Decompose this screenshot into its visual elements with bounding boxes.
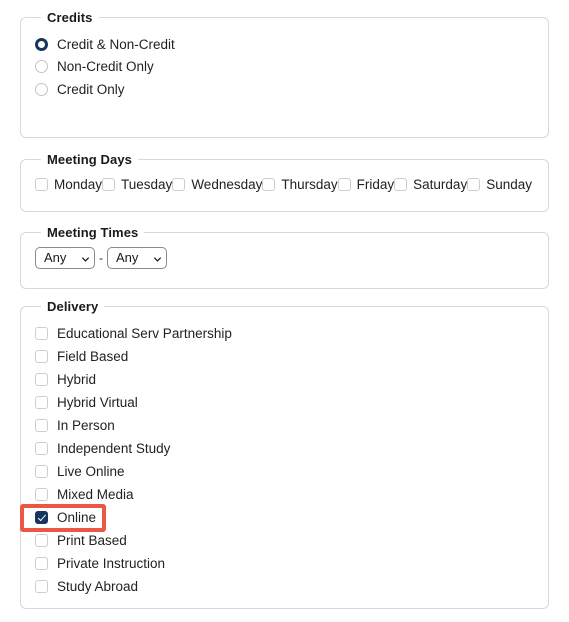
delivery-option-row[interactable]: Hybrid	[35, 368, 534, 391]
meeting-day-option[interactable]: Sunday	[467, 174, 532, 194]
radio-unselected-icon[interactable]	[35, 82, 48, 96]
meeting-days-legend: Meeting Days	[47, 152, 133, 167]
checkbox-unchecked-icon[interactable]	[102, 177, 116, 191]
delivery-option-row[interactable]: Private Instruction	[35, 552, 534, 575]
delivery-fieldset: Delivery Educational Serv Partnership Fie…	[20, 299, 549, 609]
checkbox-unchecked-icon[interactable]	[35, 373, 48, 386]
checkbox-unchecked-icon[interactable]	[35, 442, 48, 455]
delivery-option-label: Print Based	[57, 533, 127, 548]
meeting-day-label: Saturday	[413, 176, 468, 192]
credits-option-label: Non-Credit Only	[57, 59, 154, 75]
delivery-option-row[interactable]: Hybrid Virtual	[35, 391, 534, 414]
checkbox-checked-icon[interactable]	[35, 511, 48, 524]
credits-option-row[interactable]: Non-Credit Only	[35, 56, 534, 79]
meeting-times-legend: Meeting Times	[47, 225, 139, 240]
meeting-day-option[interactable]: Thursday	[262, 174, 338, 194]
delivery-option-label: Live Online	[57, 464, 125, 479]
credits-option-row[interactable]: Credit & Non-Credit	[35, 33, 534, 56]
checkbox-unchecked-icon[interactable]	[35, 177, 48, 191]
checkbox-unchecked-icon[interactable]	[172, 177, 186, 191]
credits-legend: Credits	[47, 10, 93, 25]
delivery-option-label: Mixed Media	[57, 487, 134, 502]
delivery-option-row[interactable]: Live Online	[35, 460, 534, 483]
meeting-day-option[interactable]: Friday	[337, 174, 395, 194]
meeting-day-option[interactable]: Tuesday	[102, 174, 172, 194]
checkbox-unchecked-icon[interactable]	[35, 488, 48, 501]
checkbox-unchecked-icon[interactable]	[337, 177, 351, 191]
delivery-option-row[interactable]: Mixed Media	[35, 483, 534, 506]
credits-radio-list: Credit & Non-Credit Non-Credit Only Credit…	[35, 33, 534, 101]
course-filter-panel: Credits Credit & Non-Credit Non-Credit On…	[0, 0, 569, 622]
credits-option-label: Credit & Non-Credit	[57, 36, 175, 52]
start-time-select-wrap: Any	[35, 247, 95, 269]
time-range-separator: -	[99, 251, 103, 265]
checkbox-unchecked-icon[interactable]	[467, 177, 481, 191]
meeting-day-label: Thursday	[281, 176, 338, 192]
checkbox-unchecked-icon[interactable]	[35, 327, 48, 340]
checkbox-unchecked-icon[interactable]	[35, 419, 48, 432]
radio-unselected-icon[interactable]	[35, 60, 48, 74]
delivery-option-label: Hybrid Virtual	[57, 395, 138, 410]
delivery-option-label: Independent Study	[57, 441, 171, 456]
credits-fieldset: Credits Credit & Non-Credit Non-Credit On…	[20, 10, 549, 138]
meeting-times-controls: Any - Any	[35, 247, 534, 269]
start-time-select[interactable]: Any	[35, 247, 95, 269]
meeting-days-fieldset: Meeting Days Monday Tuesday Wednesday Thurs…	[20, 152, 549, 212]
meeting-times-fieldset: Meeting Times Any - Any	[20, 225, 549, 289]
delivery-option-label: Private Instruction	[57, 556, 166, 571]
delivery-checkbox-list: Educational Serv Partnership Field Based H…	[35, 322, 534, 598]
delivery-option-row[interactable]: Online	[35, 506, 534, 529]
delivery-option-row[interactable]: Print Based	[35, 529, 534, 552]
delivery-option-label: In Person	[57, 418, 115, 433]
delivery-option-label: Study Abroad	[57, 579, 139, 594]
meeting-day-option[interactable]: Monday	[35, 174, 102, 194]
meeting-day-label: Sunday	[486, 176, 532, 192]
credits-option-label: Credit Only	[57, 81, 125, 97]
checkbox-unchecked-icon[interactable]	[35, 396, 48, 409]
checkbox-unchecked-icon[interactable]	[35, 557, 48, 570]
end-time-select-wrap: Any	[107, 247, 167, 269]
meeting-day-option[interactable]: Saturday	[394, 174, 467, 194]
checkbox-unchecked-icon[interactable]	[35, 534, 48, 547]
checkbox-unchecked-icon[interactable]	[35, 580, 48, 593]
delivery-option-row[interactable]: Field Based	[35, 345, 534, 368]
delivery-legend: Delivery	[47, 299, 99, 314]
delivery-option-row[interactable]: Educational Serv Partnership	[35, 322, 534, 345]
meeting-day-label: Monday	[54, 176, 103, 192]
meeting-day-label: Wednesday	[191, 176, 263, 192]
radio-selected-icon[interactable]	[35, 37, 48, 51]
delivery-option-row[interactable]: Study Abroad	[35, 575, 534, 598]
meeting-day-label: Friday	[356, 176, 395, 192]
delivery-option-label: Hybrid	[57, 372, 97, 387]
end-time-select[interactable]: Any	[107, 247, 167, 269]
delivery-option-label: Field Based	[57, 349, 129, 364]
checkbox-unchecked-icon[interactable]	[35, 465, 48, 478]
meeting-days-checkbox-row: Monday Tuesday Wednesday Thursday Friday Satu…	[35, 174, 534, 194]
checkbox-unchecked-icon[interactable]	[394, 177, 408, 191]
delivery-option-label: Online	[57, 510, 97, 525]
delivery-option-label: Educational Serv Partnership	[57, 326, 232, 341]
delivery-option-row[interactable]: Independent Study	[35, 437, 534, 460]
meeting-day-label: Tuesday	[121, 176, 173, 192]
checkbox-unchecked-icon[interactable]	[262, 177, 276, 191]
delivery-option-row[interactable]: In Person	[35, 414, 534, 437]
checkbox-unchecked-icon[interactable]	[35, 350, 48, 363]
credits-option-row[interactable]: Credit Only	[35, 78, 534, 101]
meeting-day-option[interactable]: Wednesday	[172, 174, 262, 194]
